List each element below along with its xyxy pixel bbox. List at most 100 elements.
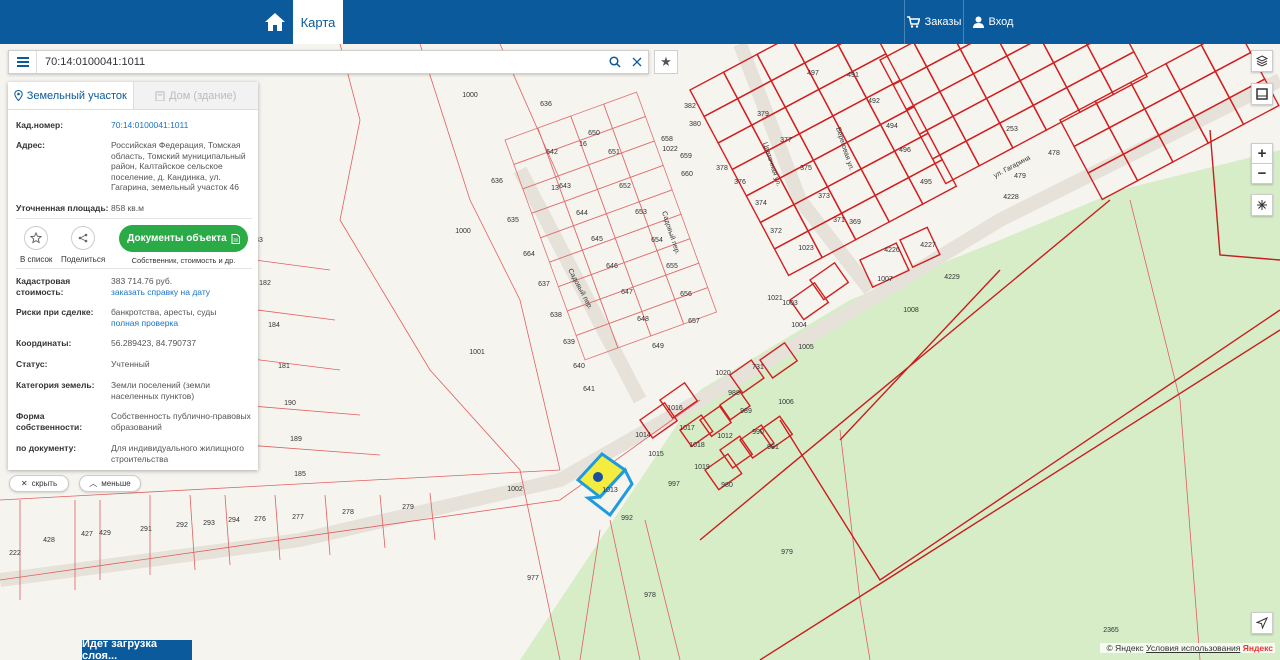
yandex-logo: Яндекс bbox=[1242, 643, 1273, 653]
star-outline-icon bbox=[30, 232, 43, 244]
document-label: по документу: bbox=[16, 443, 77, 453]
parcel-number-label: 4226 bbox=[884, 247, 900, 254]
parcel-number-label: 979 bbox=[781, 549, 793, 556]
layers-icon bbox=[1256, 55, 1268, 67]
fullscreen-button[interactable] bbox=[1251, 194, 1273, 216]
parcel-number-label: 636 bbox=[491, 178, 503, 185]
terms-link[interactable]: Условия использования bbox=[1146, 643, 1240, 653]
cad-number-label: Кад.номер: bbox=[16, 120, 64, 130]
parcel-number-label: 1014 bbox=[635, 432, 651, 439]
object-documents-button[interactable]: Документы объекта bbox=[119, 225, 248, 252]
parcel-number-label: 992 bbox=[621, 515, 633, 522]
divider bbox=[16, 268, 252, 269]
status-label: Статус: bbox=[16, 359, 48, 369]
tab-map[interactable]: Карта bbox=[293, 0, 343, 44]
category-label: Категория земель: bbox=[16, 380, 95, 390]
hamburger-icon bbox=[16, 57, 29, 67]
search-button[interactable] bbox=[604, 51, 626, 73]
parcel-number-label: 371 bbox=[833, 217, 845, 224]
parcel-number-label: 990 bbox=[752, 429, 764, 436]
parcel-number-label: 659 bbox=[680, 153, 692, 160]
ownership-row: Форма собственности: Собственность публи… bbox=[16, 411, 252, 432]
parcel-number-label: 652 bbox=[619, 183, 631, 190]
parcel-number-label: 1003 bbox=[782, 300, 798, 307]
parcel-number-label: 635 bbox=[507, 217, 519, 224]
parcel-number-label: 181 bbox=[278, 363, 290, 370]
parcel-number-label: 428 bbox=[43, 537, 55, 544]
map-mode-button[interactable] bbox=[1251, 83, 1273, 105]
tab-house[interactable]: Дом (здание) bbox=[132, 82, 258, 109]
parcel-number-label: 980 bbox=[721, 482, 733, 489]
parcel-number-label: 645 bbox=[591, 236, 603, 243]
parcel-number-label: 1021 bbox=[767, 295, 783, 302]
parcel-number-label: 997 bbox=[668, 481, 680, 488]
hide-panel-button[interactable]: ✕ скрыть bbox=[9, 475, 69, 492]
chevron-up-icon: ︿ bbox=[89, 479, 98, 488]
search-bar: 70:14:0100041:1011 bbox=[8, 50, 649, 74]
star-icon: ★ bbox=[660, 54, 672, 69]
square-map-icon bbox=[1256, 88, 1268, 100]
parcel-number-label: 13 bbox=[551, 185, 559, 192]
parcel-number-label: 1016 bbox=[667, 405, 683, 412]
coords-row: Координаты: 56.289423, 84.790737 bbox=[16, 338, 252, 349]
building-icon bbox=[155, 91, 165, 101]
parcel-number-label: 977 bbox=[527, 575, 539, 582]
cad-number-row: Кад.номер: 70:14:0100041:1011 bbox=[16, 120, 252, 131]
ownership-label: Форма собственности: bbox=[16, 411, 83, 432]
less-label: меньше bbox=[101, 479, 131, 488]
risk-value: банкротства, аресты, суды bbox=[111, 307, 217, 317]
favorites-button[interactable]: ★ bbox=[654, 50, 678, 74]
parcel-number-label: 654 bbox=[651, 237, 663, 244]
parcel-number-label: 1001 bbox=[469, 349, 485, 356]
tab-land-label: Земельный участок bbox=[26, 89, 127, 102]
parcel-number-label: 642 bbox=[546, 149, 558, 156]
parcel-number-label: 16 bbox=[579, 141, 587, 148]
parcel-number-label: 641 bbox=[583, 386, 595, 393]
share-button[interactable]: Поделиться bbox=[61, 226, 105, 264]
parcel-number-label: 1002 bbox=[507, 486, 523, 493]
parcel-number-label: 292 bbox=[176, 522, 188, 529]
close-icon bbox=[632, 57, 642, 67]
orders-button[interactable]: Заказы bbox=[904, 0, 964, 44]
search-input[interactable]: 70:14:0100041:1011 bbox=[37, 56, 604, 68]
parcel-number-label: 492 bbox=[868, 98, 880, 105]
parcel-number-label: 1005 bbox=[798, 344, 814, 351]
home-button[interactable] bbox=[258, 0, 292, 44]
geolocation-button[interactable] bbox=[1251, 612, 1273, 634]
parcel-number-label: 648 bbox=[637, 316, 649, 323]
parcel-number-label: 664 bbox=[523, 251, 535, 258]
tab-land-plot[interactable]: Земельный участок bbox=[8, 82, 133, 109]
document-value: Для индивидуального жилищного строительс… bbox=[111, 443, 244, 464]
parcel-number-label: 1017 bbox=[679, 425, 695, 432]
cad-number-link[interactable]: 70:14:0100041:1011 bbox=[111, 120, 188, 130]
parcel-number-label: 372 bbox=[770, 228, 782, 235]
order-certificate-link[interactable]: заказать справку на дату bbox=[111, 287, 210, 297]
ownership-value: Собственность публично-правовых образова… bbox=[111, 411, 251, 432]
parcel-number-label: 479 bbox=[1014, 173, 1026, 180]
parcel-number-label: 650 bbox=[588, 130, 600, 137]
zoom-out-button[interactable]: − bbox=[1251, 163, 1273, 184]
parcel-number-label: 989 bbox=[740, 408, 752, 415]
parcel-number-label: 4228 bbox=[1003, 194, 1019, 201]
parcel-number-label: 647 bbox=[621, 289, 633, 296]
collapse-panel-button[interactable]: ︿ меньше bbox=[79, 475, 141, 492]
parcel-number-label: 382 bbox=[684, 103, 696, 110]
category-row: Категория земель: Земли поселений (земли… bbox=[16, 380, 252, 401]
parcel-number-label: 1000 bbox=[462, 92, 478, 99]
add-to-list-button[interactable]: В список bbox=[20, 226, 52, 264]
menu-button[interactable] bbox=[9, 51, 37, 73]
tab-house-label: Дом (здание) bbox=[169, 89, 237, 102]
clear-search-button[interactable] bbox=[626, 51, 648, 73]
full-check-link[interactable]: полная проверка bbox=[111, 318, 178, 328]
parcel-number-label: 293 bbox=[203, 520, 215, 527]
zoom-in-button[interactable]: + bbox=[1251, 143, 1273, 164]
login-button[interactable]: Вход bbox=[968, 0, 1018, 44]
parcel-number-label: 279 bbox=[402, 504, 414, 511]
parcel-number-label: 182 bbox=[259, 280, 271, 287]
share-label: Поделиться bbox=[61, 255, 106, 264]
parcel-number-label: 253 bbox=[1006, 126, 1018, 133]
parcel-number-label: 497 bbox=[807, 70, 819, 77]
parcel-number-label: 1015 bbox=[648, 451, 664, 458]
layers-button[interactable] bbox=[1251, 50, 1273, 72]
parcel-number-label: 653 bbox=[635, 209, 647, 216]
